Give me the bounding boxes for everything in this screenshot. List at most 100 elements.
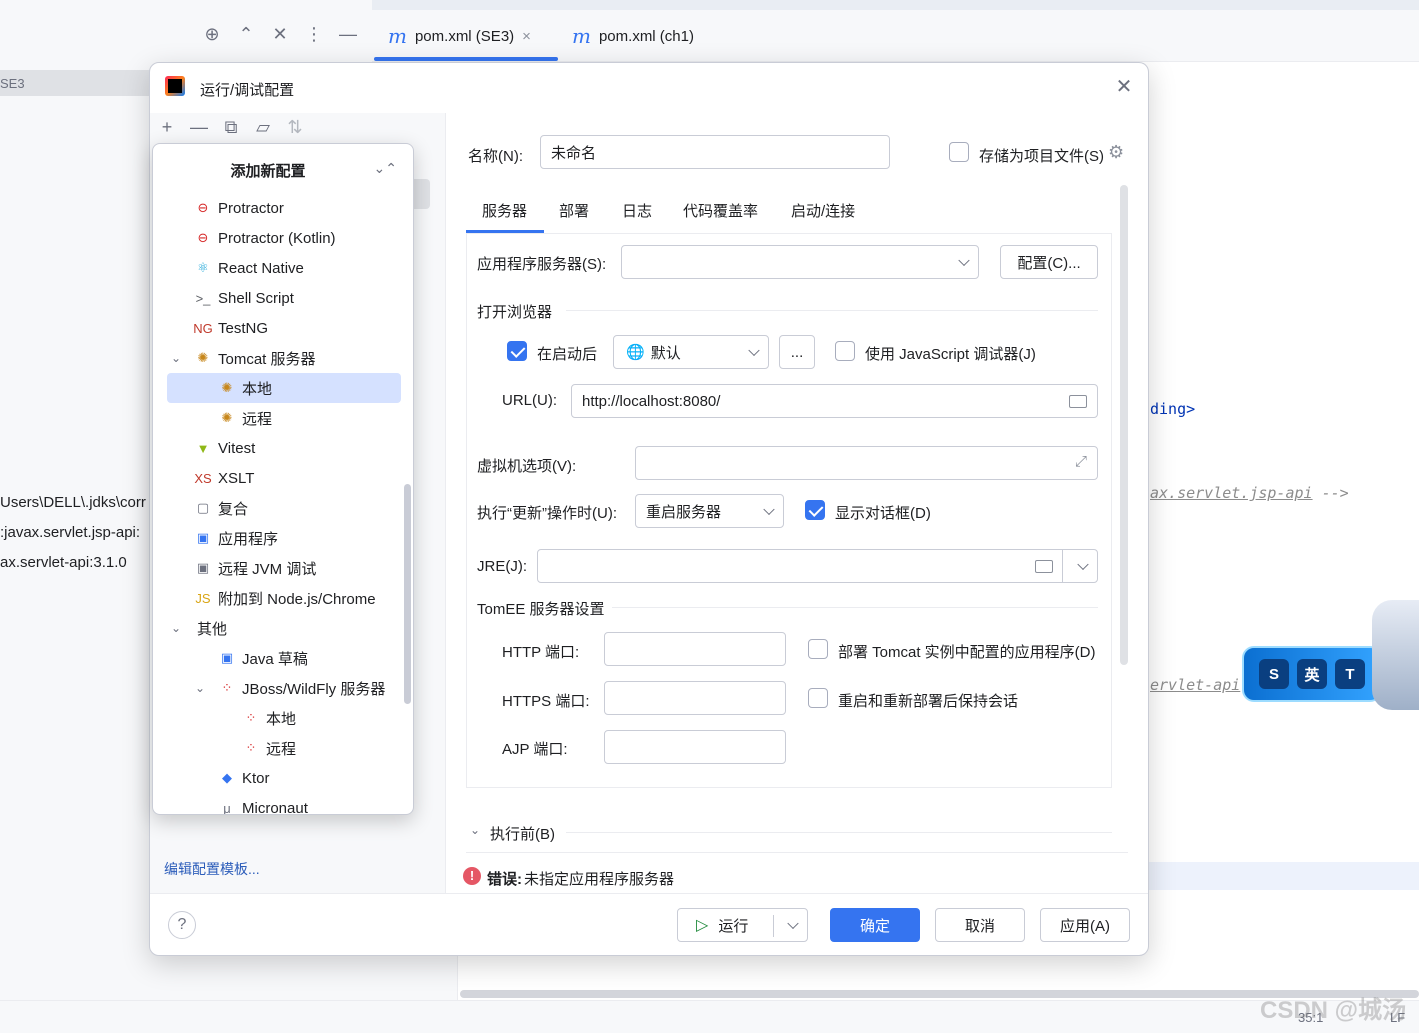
vm-options-input[interactable]: ⤢ bbox=[635, 446, 1098, 480]
add-icon[interactable]: + bbox=[156, 115, 178, 139]
name-input[interactable]: 未命名 bbox=[540, 135, 890, 169]
active-tab-indicator bbox=[374, 57, 558, 61]
widget-button[interactable]: T bbox=[1335, 659, 1365, 689]
collapse-icon[interactable]: ⌄⌃ bbox=[374, 160, 397, 177]
chevron-down-icon[interactable]: ⌄ bbox=[470, 823, 480, 837]
ok-button[interactable]: 确定 bbox=[830, 908, 920, 942]
locate-icon[interactable]: ⊕ bbox=[200, 24, 224, 45]
chevron-down-icon[interactable]: ⌄ bbox=[171, 351, 181, 365]
config-type-item[interactable]: ▢ 复合 bbox=[153, 493, 413, 523]
url-input[interactable]: http://localhost:8080/ bbox=[571, 384, 1098, 418]
show-dialog-checkbox[interactable] bbox=[805, 500, 825, 520]
chevron-down-icon[interactable]: ⌄ bbox=[171, 621, 181, 635]
tree-line[interactable]: ax.servlet-api:3.1.0 bbox=[0, 554, 150, 571]
editor-tab-pom-se3[interactable]: m pom.xml (SE3) × bbox=[388, 24, 531, 48]
expand-all-icon[interactable]: ⌃ bbox=[234, 24, 258, 45]
editor-tab-pom-ch1[interactable]: m pom.xml (ch1) bbox=[572, 24, 694, 48]
cancel-button[interactable]: 取消 bbox=[935, 908, 1025, 942]
ajp-port-input[interactable] bbox=[604, 730, 786, 764]
http-port-input[interactable] bbox=[604, 632, 786, 666]
run-button[interactable]: ▷ 运行 bbox=[677, 908, 808, 942]
config-type-item[interactable]: ◆ Ktor bbox=[153, 763, 413, 793]
config-type-item[interactable]: ⁘ 本地 bbox=[153, 703, 413, 733]
config-type-item[interactable]: ⊖ Protractor bbox=[153, 193, 413, 223]
popup-scrollbar[interactable] bbox=[404, 484, 411, 704]
section-divider bbox=[566, 310, 1098, 311]
jre-input[interactable] bbox=[537, 549, 1098, 583]
folder-icon[interactable] bbox=[1069, 395, 1087, 408]
store-as-project-file-checkbox[interactable] bbox=[949, 142, 969, 162]
deploy-tomcat-apps-checkbox[interactable] bbox=[808, 639, 828, 659]
chevron-down-icon[interactable] bbox=[787, 917, 799, 930]
config-type-item[interactable]: ⌄ ⁘ JBoss/WildFly 服务器 bbox=[153, 673, 413, 703]
help-button[interactable]: ? bbox=[168, 911, 196, 939]
config-type-item[interactable]: ▣ 应用程序 bbox=[153, 523, 413, 553]
edit-configuration-templates-link[interactable]: 编辑配置模板... bbox=[164, 859, 260, 879]
config-type-item[interactable]: ▼ Vitest bbox=[153, 433, 413, 463]
close-tab-icon[interactable]: × bbox=[522, 28, 531, 45]
config-type-item[interactable]: >_ Shell Script bbox=[153, 283, 413, 313]
config-type-item[interactable]: ✺ 远程 bbox=[153, 403, 413, 433]
widget-button[interactable]: S bbox=[1259, 659, 1289, 689]
folder-icon[interactable] bbox=[1035, 560, 1053, 573]
config-type-item[interactable]: ⁘ 远程 bbox=[153, 733, 413, 763]
apply-button[interactable]: 应用(A) bbox=[1040, 908, 1130, 942]
close-icon[interactable]: ✕ bbox=[1112, 75, 1136, 99]
jboss-icon: ⁘ bbox=[221, 680, 233, 695]
tab-startup-connection[interactable]: 启动/连接 bbox=[791, 200, 855, 221]
browse-browser-button[interactable]: ... bbox=[779, 335, 815, 369]
config-type-item[interactable]: JS 附加到 Node.js/Chrome bbox=[153, 583, 413, 613]
https-port-input[interactable] bbox=[604, 681, 786, 715]
config-type-label: XSLT bbox=[218, 469, 255, 487]
config-type-item[interactable]: ⚛ React Native bbox=[153, 253, 413, 283]
after-launch-checkbox[interactable] bbox=[507, 341, 527, 361]
tab-logs[interactable]: 日志 bbox=[622, 200, 652, 221]
gear-icon[interactable]: ⚙ bbox=[1108, 142, 1124, 163]
section-divider bbox=[466, 852, 1128, 853]
config-type-item[interactable]: ⌄ 其他 bbox=[153, 613, 413, 643]
chevron-down-icon[interactable]: ⌄ bbox=[195, 681, 205, 695]
hide-icon[interactable]: — bbox=[336, 24, 360, 45]
sort-icon[interactable]: ⇅ bbox=[284, 115, 306, 139]
project-row-selected[interactable]: SE3 bbox=[0, 70, 150, 96]
config-type-item[interactable]: ⌄ ✺ Tomcat 服务器 bbox=[153, 343, 413, 373]
maven-icon: m bbox=[388, 24, 407, 48]
chevron-down-icon[interactable] bbox=[1077, 558, 1089, 571]
new-folder-icon[interactable]: ▱ bbox=[252, 115, 274, 139]
protractor-icon: ⊖ bbox=[197, 200, 209, 215]
error-icon: ! bbox=[463, 867, 481, 885]
section-divider bbox=[612, 607, 1098, 608]
config-type-item[interactable]: NG TestNG bbox=[153, 313, 413, 343]
copy-icon[interactable]: ⧉ bbox=[220, 115, 242, 139]
configurations-toolbar: + — ⧉ ▱ ⇅ bbox=[156, 115, 306, 139]
tree-line[interactable]: Users\DELL\.jdks\corr bbox=[0, 494, 150, 511]
config-type-item[interactable]: XS XSLT bbox=[153, 463, 413, 493]
preserve-sessions-checkbox[interactable] bbox=[808, 688, 828, 708]
remove-icon[interactable]: — bbox=[188, 115, 210, 139]
app-server-dropdown[interactable] bbox=[621, 245, 979, 279]
code-line: ervlet-api bbox=[1150, 676, 1240, 694]
configure-button[interactable]: 配置(C)... bbox=[1000, 245, 1098, 279]
config-type-item[interactable]: ▣ Java 草稿 bbox=[153, 643, 413, 673]
browser-dropdown[interactable]: 🌐 默认 bbox=[613, 335, 769, 369]
floating-widget[interactable]: S 英 T bbox=[1242, 600, 1419, 710]
http-port-label: HTTP 端口: bbox=[502, 644, 580, 661]
config-type-item[interactable]: ✺ 本地 bbox=[167, 373, 401, 403]
tab-deployment[interactable]: 部署 bbox=[559, 200, 589, 221]
more-options-icon[interactable]: ⋮ bbox=[302, 24, 326, 45]
tab-server[interactable]: 服务器 bbox=[482, 200, 527, 221]
config-type-item[interactable]: ⊖ Protractor (Kotlin) bbox=[153, 223, 413, 253]
config-type-item[interactable]: ▣ 远程 JVM 调试 bbox=[153, 553, 413, 583]
expand-icon[interactable]: ⤢ bbox=[1075, 453, 1087, 470]
tab-code-coverage[interactable]: 代码覆盖率 bbox=[683, 200, 758, 221]
before-launch-label[interactable]: 执行前(B) bbox=[490, 823, 555, 844]
on-update-dropdown[interactable]: 重启服务器 bbox=[635, 494, 784, 528]
globe-icon: 🌐 bbox=[626, 344, 645, 361]
settings-scrollbar[interactable] bbox=[1120, 185, 1128, 665]
widget-panel[interactable]: S 英 T bbox=[1242, 646, 1382, 702]
tree-line[interactable]: :javax.servlet.jsp-api: bbox=[0, 524, 150, 541]
collapse-all-icon[interactable]: ✕ bbox=[268, 24, 292, 45]
js-debugger-checkbox[interactable] bbox=[835, 341, 855, 361]
widget-button[interactable]: 英 bbox=[1297, 659, 1327, 689]
config-type-item[interactable]: μ Micronaut bbox=[153, 793, 413, 815]
